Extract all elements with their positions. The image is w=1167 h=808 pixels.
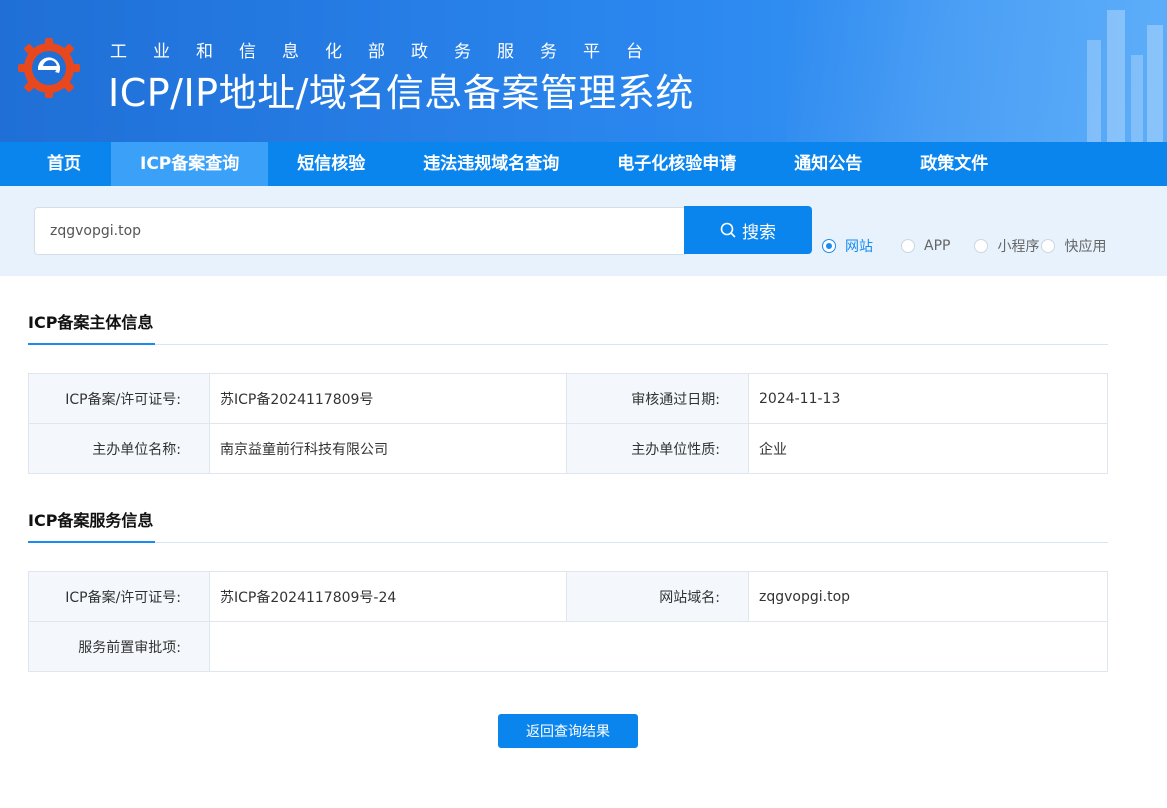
search-icon (720, 222, 736, 238)
entity-info-table: ICP备案/许可证号: 苏ICP备2024117809号 审核通过日期: 202… (28, 373, 1108, 474)
table-row: ICP备案/许可证号: 苏ICP备2024117809号-24 网站域名: zq… (28, 571, 1108, 622)
service-license-value: 苏ICP备2024117809号-24 (209, 571, 567, 622)
entity-license-label: ICP备案/许可证号: (28, 373, 210, 424)
header-title: ICP/IP地址/域名信息备案管理系统 (108, 71, 694, 115)
radio-mini-program[interactable]: 小程序 (974, 236, 1039, 256)
org-name-value: 南京益童前行科技有限公司 (209, 423, 567, 474)
domain-label: 网站域名: (566, 571, 749, 622)
service-section-title: ICP备案服务信息 (28, 501, 156, 543)
radio-app-label: APP (924, 238, 951, 254)
search-type-radio-group: 网站 APP 小程序 快应用 (822, 236, 1106, 256)
radio-website[interactable]: 网站 (822, 236, 873, 256)
header-subtitle: 工业和信息化部政务服务平台 (110, 42, 669, 62)
radio-app[interactable]: APP (901, 238, 950, 254)
nav-notices[interactable]: 通知公告 (765, 142, 891, 186)
miit-logo-icon (18, 38, 80, 98)
nav-policy-docs[interactable]: 政策文件 (891, 142, 1017, 186)
service-section-header: ICP备案服务信息 (28, 501, 1108, 543)
nav-icp-query[interactable]: ICP备案查询 (111, 142, 269, 186)
radio-mini-program-label: 小程序 (997, 239, 1040, 255)
org-name-label: 主办单位名称: (28, 423, 210, 474)
nav-home[interactable]: 首页 (0, 142, 111, 186)
table-row: 服务前置审批项: (28, 621, 1108, 672)
domain-value: zqgvopgi.top (748, 571, 1108, 622)
search-button-label: 搜索 (742, 222, 776, 243)
table-row: 主办单位名称: 南京益童前行科技有限公司 主办单位性质: 企业 (28, 423, 1108, 474)
radio-dot-icon (974, 239, 989, 253)
approval-date-value: 2024-11-13 (748, 373, 1108, 424)
search-button[interactable]: 搜索 (684, 206, 812, 254)
entity-section-title: ICP备案主体信息 (28, 303, 156, 345)
entity-license-value: 苏ICP备2024117809号 (209, 373, 567, 424)
org-type-label: 主办单位性质: (566, 423, 749, 474)
org-type-value: 企业 (748, 423, 1108, 474)
nav-illegal-domain-query[interactable]: 违法违规域名查询 (394, 142, 588, 186)
radio-dot-icon (822, 239, 836, 253)
service-info-table: ICP备案/许可证号: 苏ICP备2024117809号-24 网站域名: zq… (28, 571, 1108, 672)
radio-dot-icon (901, 239, 915, 253)
table-row: ICP备案/许可证号: 苏ICP备2024117809号 审核通过日期: 202… (28, 373, 1108, 424)
radio-quick-app-label: 快应用 (1064, 239, 1107, 255)
header-banner: 工业和信息化部政务服务平台 ICP/IP地址/域名信息备案管理系统 (0, 0, 1167, 142)
entity-section-header: ICP备案主体信息 (28, 303, 1108, 345)
search-area: 搜索 网站 APP 小程序 快应用 (0, 186, 1167, 276)
main-nav: 首页 ICP备案查询 短信核验 违法违规域名查询 电子化核验申请 通知公告 政策… (0, 142, 1167, 186)
buildings-decoration-icon (1087, 10, 1163, 142)
radio-dot-icon (1041, 239, 1056, 253)
nav-electronic-verify[interactable]: 电子化核验申请 (588, 142, 765, 186)
approval-date-label: 审核通过日期: (566, 373, 749, 424)
radio-website-label: 网站 (845, 239, 873, 255)
pre-approval-value (209, 621, 1108, 672)
nav-sms-verify[interactable]: 短信核验 (268, 142, 394, 186)
radio-quick-app[interactable]: 快应用 (1041, 236, 1106, 256)
return-results-button[interactable]: 返回查询结果 (498, 714, 638, 748)
service-license-label: ICP备案/许可证号: (28, 571, 210, 622)
pre-approval-label: 服务前置审批项: (28, 621, 210, 672)
search-input[interactable] (34, 207, 685, 255)
